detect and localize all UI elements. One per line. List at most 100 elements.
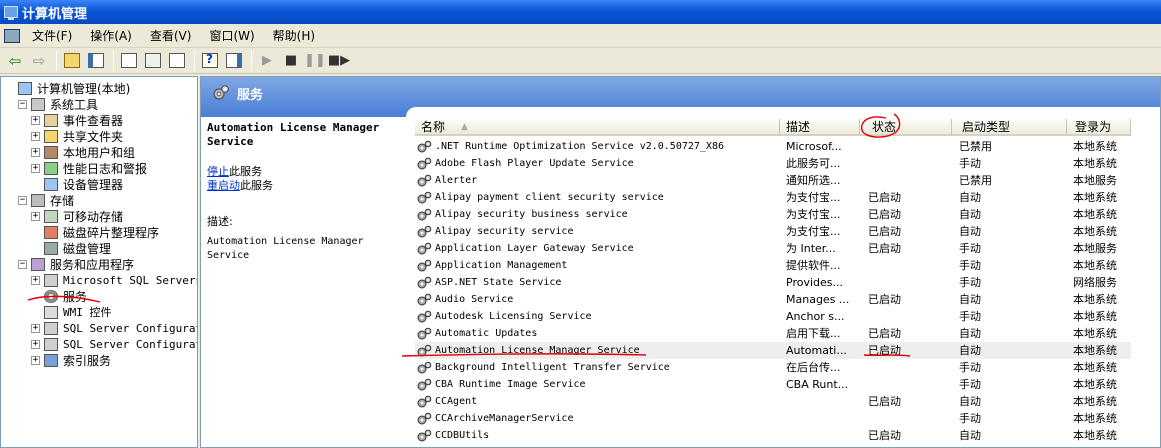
show-hide-action-pane-button[interactable] [223, 50, 245, 72]
refresh-icon [145, 53, 161, 68]
title-bar[interactable]: 计算机管理 [0, 0, 1161, 24]
tree-node[interactable]: − 存储 [18, 192, 76, 208]
sql-icon [44, 337, 58, 351]
menu-file[interactable]: 文件(F) [26, 26, 78, 46]
export-list-icon [169, 53, 185, 68]
table-row[interactable]: Background Intelligent Transfer Service 在… [415, 359, 1131, 376]
column-header-status[interactable]: 状态 [860, 119, 952, 136]
tree-node[interactable]: − 服务和应用程序 [18, 256, 136, 272]
disk-icon [44, 241, 58, 255]
tree-node[interactable]: + 可移动存储 [31, 208, 125, 224]
tree-node[interactable]: − 系统工具 [18, 96, 100, 112]
service-startup-type: 自动 [959, 293, 981, 306]
table-row[interactable]: Adobe Flash Player Update Service 此服务可...… [415, 155, 1131, 172]
collapse-icon[interactable]: − [18, 99, 27, 109]
service-gear-icon [417, 344, 432, 357]
service-logon-as: 本地系统 [1073, 429, 1117, 442]
table-row[interactable]: CBA Runtime Image Service CBA Runt... 手动 本地… [415, 376, 1131, 393]
refresh-button[interactable] [142, 50, 164, 72]
collapse-icon[interactable]: − [18, 195, 27, 205]
tree-node[interactable]: + SQL Server Configurati [31, 320, 197, 336]
expand-icon[interactable]: + [31, 211, 40, 221]
service-startup-type: 手动 [959, 242, 981, 255]
tree-node[interactable]: 服务 [31, 288, 89, 304]
tree-node[interactable]: WMI 控件 [31, 304, 114, 320]
table-row[interactable]: Alipay security business service 为支付宝... 已… [415, 206, 1131, 223]
table-row[interactable]: CCDBUtils 已启动 自动 本地系统 [415, 427, 1131, 444]
tree-node[interactable]: + 索引服务 [31, 352, 113, 368]
services-list[interactable]: 名称 ▲ 描述 状态 启动类型 登录为 .NET Runtime Optimiz… [415, 119, 1160, 447]
table-row[interactable]: .NET Runtime Optimization Service v2.0.5… [415, 138, 1131, 155]
table-row[interactable]: Alerter 通知所选... 已禁用 本地服务 [415, 172, 1131, 189]
menu-view[interactable]: 查看(V) [144, 26, 198, 46]
table-row[interactable]: Audio Service Manages ... 已启动 自动 本地系统 [415, 291, 1131, 308]
gear-icon [44, 289, 58, 303]
expand-icon[interactable]: + [31, 131, 40, 141]
table-row-selected[interactable]: Automation License Manager Service Automa… [415, 342, 1131, 359]
service-logon-as: 本地系统 [1073, 191, 1117, 204]
menu-help[interactable]: 帮助(H) [267, 26, 321, 46]
service-status: 已启动 [868, 208, 901, 221]
show-hide-tree-button[interactable] [85, 50, 107, 72]
service-description: 启用下载... [786, 327, 841, 340]
console-tree[interactable]: 计算机管理(本地) − 系统工具 + 事件查看器 + 共享文件夹 + 本地用户和组 + 性能日志和警… [0, 76, 198, 448]
table-row[interactable]: Autodesk Licensing Service Anchor s... 手动 本… [415, 308, 1131, 325]
menu-window[interactable]: 窗口(W) [203, 26, 260, 46]
tree-node[interactable]: 磁盘管理 [31, 240, 113, 256]
properties-button[interactable] [118, 50, 140, 72]
stop-service-button[interactable]: ■ [280, 50, 302, 72]
tree-node[interactable]: + 共享文件夹 [31, 128, 125, 144]
menu-action[interactable]: 操作(A) [84, 26, 138, 46]
service-description: Manages ... [786, 293, 850, 306]
pause-service-button[interactable]: ❚❚ [304, 50, 326, 72]
tree-node[interactable]: 设备管理器 [31, 176, 125, 192]
expand-icon[interactable]: + [31, 355, 40, 365]
back-button[interactable]: ⇦ [4, 50, 26, 72]
expand-icon[interactable]: + [31, 115, 40, 125]
table-row[interactable]: ASP.NET State Service Provides... 手动 网络服务 [415, 274, 1131, 291]
tree-node[interactable]: + 本地用户和组 [31, 144, 137, 160]
expand-icon[interactable]: + [31, 323, 40, 333]
tree-node[interactable]: + Microsoft SQL Servers [31, 272, 198, 288]
window-title: 计算机管理 [22, 6, 88, 22]
stop-icon: ■ [284, 53, 298, 68]
help-button[interactable] [199, 50, 221, 72]
table-row[interactable]: Application Management 提供软件... 手动 本地系统 [415, 257, 1131, 274]
collapse-icon[interactable]: − [18, 259, 27, 269]
expand-icon[interactable]: + [31, 163, 40, 173]
restart-service-link[interactable]: 重启动 [207, 179, 240, 192]
column-header-startup-type[interactable]: 启动类型 [952, 119, 1067, 136]
table-row[interactable]: CCArchiveManagerService 手动 本地系统 [415, 410, 1131, 427]
service-name: CBA Runtime Image Service [435, 379, 586, 390]
column-header-logon-as[interactable]: 登录为 [1067, 119, 1131, 136]
table-row[interactable]: CCAgent 已启动 自动 本地系统 [415, 393, 1131, 410]
forward-button[interactable]: ⇨ [28, 50, 50, 72]
system-menu-icon[interactable] [4, 28, 20, 43]
export-list-button[interactable] [166, 50, 188, 72]
arrow-left-icon: ⇦ [8, 51, 22, 70]
tree-node[interactable]: 磁盘碎片整理程序 [31, 224, 161, 240]
start-service-button[interactable]: ▶ [256, 50, 278, 72]
column-header-name[interactable]: 名称 ▲ [415, 119, 780, 136]
stop-service-link[interactable]: 停止 [207, 165, 229, 178]
expand-icon[interactable]: + [31, 147, 40, 157]
table-row[interactable]: Automatic Updates 启用下载... 已启动 自动 本地系统 [415, 325, 1131, 342]
table-row[interactable]: Alipay security service 为支付宝... 已启动 自动 本地系统 [415, 223, 1131, 240]
toolbar-separator [251, 50, 252, 71]
tree-node-label: SQL Server Configurati [63, 337, 198, 351]
service-status [868, 155, 948, 172]
tree-node[interactable]: 计算机管理(本地) [5, 80, 132, 96]
tree-node[interactable]: + 性能日志和警报 [31, 160, 149, 176]
service-gear-icon [417, 191, 432, 204]
expand-icon[interactable]: + [31, 339, 40, 349]
column-header-description[interactable]: 描述 [780, 119, 860, 136]
expand-icon[interactable]: + [31, 275, 40, 285]
table-row[interactable]: Application Layer Gateway Service 为 Inter… [415, 240, 1131, 257]
table-row[interactable]: Alipay payment client security service 为支… [415, 189, 1131, 206]
restart-service-button[interactable]: ■▶ [328, 50, 350, 72]
up-level-button[interactable] [61, 50, 83, 72]
tree-node[interactable]: + SQL Server Configurati [31, 336, 198, 352]
tree-node-label: 服务 [63, 289, 88, 304]
tree-node[interactable]: + 事件查看器 [31, 112, 125, 128]
tree-node-label: Microsoft SQL Servers [63, 273, 198, 287]
